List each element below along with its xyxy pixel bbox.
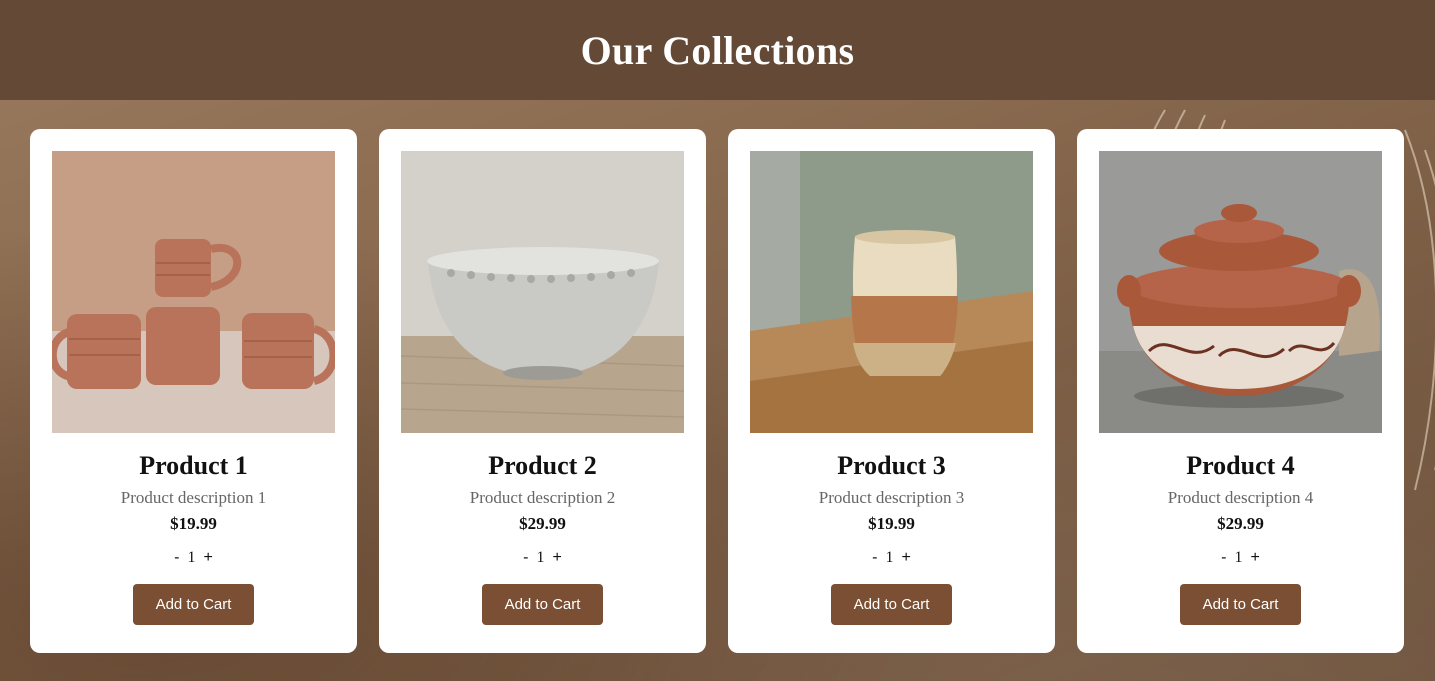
product-grid: Product 1 Product description 1 $19.99 -…: [30, 129, 1406, 653]
increment-button[interactable]: +: [899, 549, 912, 567]
product-card: Product 3 Product description 3 $19.99 -…: [728, 129, 1055, 653]
mugs-stack-image: [52, 151, 335, 433]
product-card: Product 4 Product description 4 $29.99 -…: [1077, 129, 1404, 653]
product-name: Product 3: [837, 451, 946, 480]
lidded-pot-image: [1099, 151, 1382, 433]
quantity-value: 1: [1234, 549, 1243, 566]
quantity-value: 1: [187, 549, 196, 566]
add-to-cart-button[interactable]: Add to Cart: [482, 584, 603, 625]
increment-button[interactable]: +: [550, 549, 563, 567]
quantity-stepper: - 1 +: [521, 549, 564, 567]
decrement-button[interactable]: -: [870, 549, 879, 567]
quantity-value: 1: [885, 549, 894, 566]
product-name: Product 2: [488, 451, 597, 480]
product-description: Product description 4: [1167, 488, 1314, 507]
page-header: Our Collections: [0, 0, 1435, 100]
product-card: Product 2 Product description 2 $29.99 -…: [379, 129, 706, 653]
decrement-button[interactable]: -: [1219, 549, 1228, 567]
product-description: Product description 1: [120, 488, 267, 507]
quantity-stepper: - 1 +: [1219, 549, 1262, 567]
decrement-button[interactable]: -: [521, 549, 530, 567]
glazed-cup-image: [750, 151, 1033, 433]
product-description: Product description 3: [818, 488, 965, 507]
increment-button[interactable]: +: [201, 549, 214, 567]
product-price: $19.99: [868, 514, 915, 533]
product-card: Product 1 Product description 1 $19.99 -…: [30, 129, 357, 653]
quantity-stepper: - 1 +: [172, 549, 215, 567]
decrement-button[interactable]: -: [172, 549, 181, 567]
add-to-cart-button[interactable]: Add to Cart: [831, 584, 952, 625]
textured-bowl-image: [401, 151, 684, 433]
quantity-stepper: - 1 +: [870, 549, 913, 567]
product-price: $29.99: [1217, 514, 1264, 533]
add-to-cart-button[interactable]: Add to Cart: [133, 584, 254, 625]
quantity-value: 1: [536, 549, 545, 566]
product-price: $29.99: [519, 514, 566, 533]
add-to-cart-button[interactable]: Add to Cart: [1180, 584, 1301, 625]
product-name: Product 4: [1186, 451, 1295, 480]
product-name: Product 1: [139, 451, 248, 480]
product-price: $19.99: [170, 514, 217, 533]
increment-button[interactable]: +: [1248, 549, 1261, 567]
product-description: Product description 2: [469, 488, 616, 507]
page-title: Our Collections: [580, 27, 855, 73]
